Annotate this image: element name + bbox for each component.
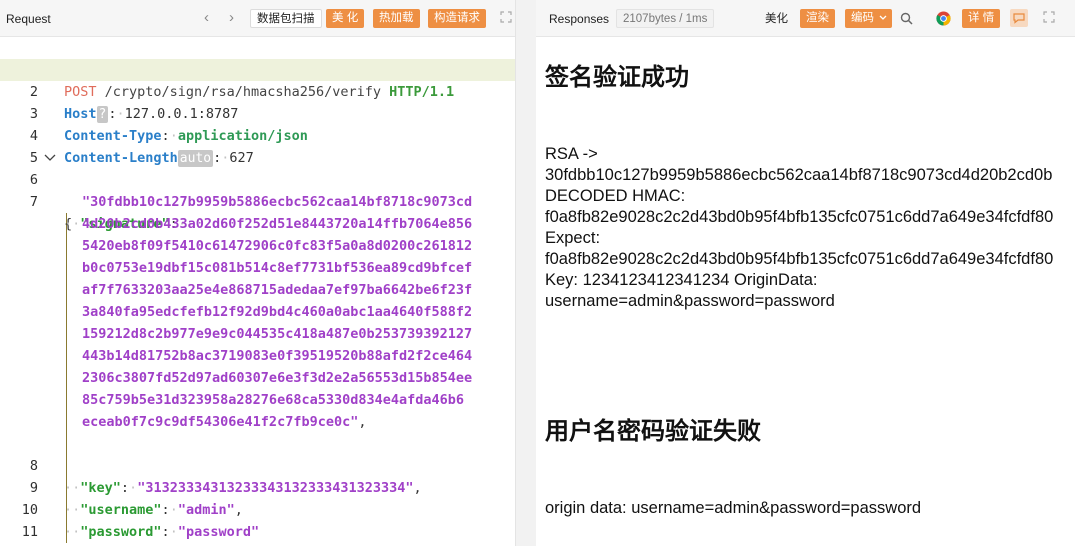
response-line-6: f0a8fb82e9028c2c2d43bd0b95f4bfb135cfc075… [545,250,1054,268]
password-key: "password" [80,524,162,540]
signature-line: "30fdbb10c127b9959b5886ecbc562caa14bf871… [82,194,473,210]
editor-line-2: 2 Host?:·127.0.0.1:8787 [0,59,515,123]
beautify-button[interactable]: 美 化 [326,9,365,28]
editor-line-3: 3 Content-Type:·application/json [29,106,308,144]
response-stats: 2107bytes / 1ms [616,9,715,28]
request-editor[interactable]: 1 POST /crypto/sign/rsa/hmacsha256/verif… [0,37,515,546]
response-line-5: Expect: [545,229,601,247]
search-icon[interactable] [900,12,913,25]
fold-chevron-icon[interactable] [44,153,56,163]
comment-button[interactable] [1010,9,1028,27]
editor-line-5: 5 [29,150,38,166]
success-heading: 签名验证成功 [545,63,689,91]
build-request-button[interactable]: 构造请求 [428,9,486,28]
response-toolbar: Responses 2107bytes / 1ms 美化 渲染 编码 详 情 [536,0,1075,37]
response-line-1: RSA -> [545,145,598,163]
signature-line: 3a840fa95edcfefb12f92d9bd4c460a0abc1aa46… [82,304,473,320]
response-beautify-button[interactable]: 美化 [758,9,795,28]
signature-line: 2306c3807fd52d97ad60307e6e3f3d2e2a56553d… [82,370,473,386]
response-line-4: f0a8fb82e9028c2c2d43bd0b95f4bfb135cfc075… [545,208,1054,226]
response-line-8: username=admin&password=password [545,292,835,310]
editor-line-9: 9 ··"username":·"admin", [29,480,243,518]
request-toolbar: Request ‹ › 数据包扫描 美 化 热加载 构造请求 [0,0,515,37]
signature-line: b0c0753e19dbf15c081b514c8ef7731bf536ea89… [82,260,473,276]
response-line-2: 30fdbb10c127b9959b5886ecbc562caa14bf8718… [545,166,1053,184]
packet-scan-button[interactable]: 数据包扫描 [250,9,322,28]
request-title: Request [6,12,51,26]
pane-divider[interactable] [516,0,536,546]
editor-line-6: 6 { [0,147,515,232]
chrome-browser-icon[interactable] [936,11,951,26]
comment-icon [1013,13,1025,24]
signature-line: 5420eb8f09f5410c61472906c0fc83f5a0a8d020… [82,238,473,254]
password-value: "password" [177,524,260,540]
response-title: Responses [549,12,610,26]
signature-line: 159212d8c2b977e9e9c044535c418a487e0b2537… [82,326,473,342]
editor-line-1: 1 POST /crypto/sign/rsa/hmacsha256/verif… [0,37,515,100]
hot-load-button[interactable]: 热加载 [373,9,420,28]
render-button[interactable]: 渲染 [800,9,835,28]
response-line-7: Key: 1234123412341234 OriginData: [545,271,818,289]
expand-icon[interactable] [500,11,512,23]
editor-line-4: 4 Content-Length auto:·627 [29,128,254,167]
signature-line: af7f7633203aa25e4e868715adedaa7ef97ba664… [82,282,473,298]
signature-comma: , [358,414,367,430]
response-pane: Responses 2107bytes / 1ms 美化 渲染 编码 详 情 签… [536,0,1075,546]
response-expand-icon[interactable] [1043,11,1055,23]
origin-data-line: origin data: username=admin&password=pas… [545,499,922,517]
signature-line: 85c759b5e31d323958a28276e68ca5330d834e4a… [82,392,465,408]
detail-button[interactable]: 详 情 [962,9,1001,28]
signature-line: eceab0f7c9c9df54306e41f2c7fb9ce0c", [82,414,367,430]
signature-line: 443b14d81752b8ac3719083e0f39519520b88afd… [82,348,473,364]
forward-arrow-icon[interactable]: › [229,10,234,26]
encode-dropdown[interactable]: 编码 [845,9,892,28]
editor-line-11: 11 } [0,499,515,540]
editor-line-8: 8 ··"key":·"3132333431323334313233343132… [29,458,422,496]
request-pane: Request ‹ › 数据包扫描 美 化 热加载 构造请求 1 POST /c… [0,0,516,546]
back-arrow-icon[interactable]: ‹ [204,10,209,26]
editor-line-10: 10 ··"password":·"password" [21,502,260,540]
editor-line-7: 7 ··"signature":· [29,194,186,232]
signature-line: 4d20b2cd0b433a02d60f252d51e8443720a14ffb… [82,216,473,232]
fail-heading: 用户名密码验证失败 [545,417,761,445]
response-line-3: DECODED HMAC: [545,187,686,205]
encode-label: 编码 [851,12,874,24]
chevron-down-icon [879,15,887,20]
rendered-response: 签名验证成功 RSA -> 30fdbb10c127b9959b5886ecbc… [545,37,1075,546]
